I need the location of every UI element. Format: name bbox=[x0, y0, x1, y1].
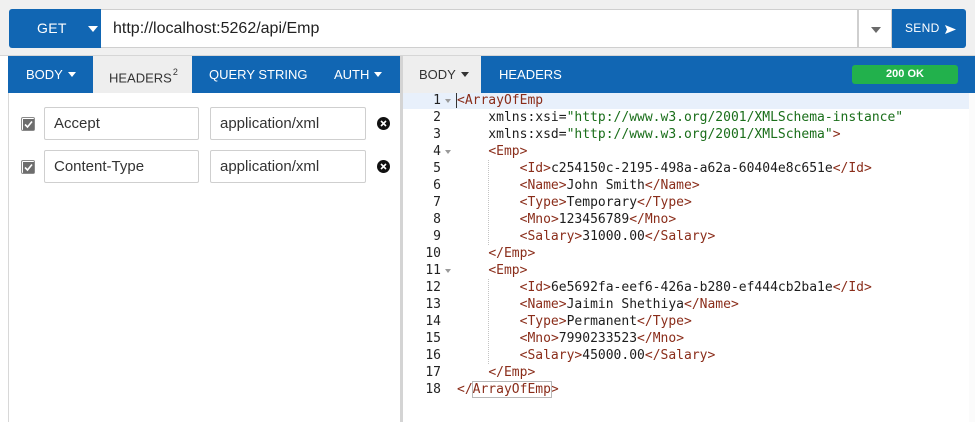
header-key-input[interactable] bbox=[44, 107, 199, 140]
code-line: <Type>Temporary</Type> bbox=[519, 195, 692, 210]
headers-count-badge: 2 bbox=[172, 67, 178, 77]
line-number: 18 bbox=[425, 382, 441, 397]
code-line: <Salary>31000.00</Salary> bbox=[519, 229, 716, 244]
scrollbar[interactable] bbox=[969, 93, 975, 422]
line-number: 7 bbox=[433, 195, 441, 210]
url-input[interactable] bbox=[101, 9, 858, 48]
request-panel: BODY HEADERS2 QUERY STRING AUTH bbox=[8, 56, 400, 422]
tab-query-label: QUERY STRING bbox=[209, 67, 308, 82]
request-bar: GET SEND bbox=[0, 0, 975, 56]
remove-circle-icon[interactable] bbox=[377, 117, 390, 130]
header-key-input[interactable] bbox=[44, 150, 199, 183]
code-line: <Name>John Smith</Name> bbox=[519, 178, 700, 193]
tab-response-headers-label: HEADERS bbox=[499, 67, 562, 82]
send-label: SEND bbox=[905, 21, 940, 35]
url-history-dropdown[interactable] bbox=[858, 9, 892, 48]
line-number: 17 bbox=[425, 365, 441, 380]
line-number: 1 bbox=[433, 93, 441, 108]
header-row bbox=[9, 150, 401, 184]
method-select[interactable]: GET bbox=[9, 9, 101, 48]
header-enabled-checkbox[interactable] bbox=[21, 160, 35, 174]
tab-response-body[interactable]: BODY bbox=[403, 56, 481, 93]
line-number: 14 bbox=[425, 314, 441, 329]
code-line: xmlns:xsi="http://www.w3.org/2001/XMLSch… bbox=[457, 110, 904, 125]
code-line: <Type>Permanent</Type> bbox=[519, 314, 692, 329]
indent-guide bbox=[488, 160, 490, 245]
response-tabs: BODY HEADERS 200 OK bbox=[403, 56, 975, 93]
chevron-down-icon bbox=[88, 26, 98, 32]
send-arrow-icon bbox=[945, 22, 956, 40]
chevron-down-icon bbox=[460, 72, 469, 78]
header-value-input[interactable] bbox=[210, 107, 366, 140]
text-cursor bbox=[456, 93, 457, 108]
line-number: 4 bbox=[433, 144, 441, 159]
tab-headers-label: HEADERS bbox=[109, 70, 172, 86]
line-number: 10 bbox=[425, 246, 441, 261]
line-number: 8 bbox=[433, 212, 441, 227]
line-number: 11 bbox=[425, 263, 441, 278]
line-number: 2 bbox=[433, 110, 441, 125]
bracket-match-box bbox=[471, 381, 552, 398]
tab-body-label: BODY bbox=[26, 67, 63, 82]
code-line: </Emp> bbox=[488, 246, 536, 261]
send-button[interactable]: SEND bbox=[892, 9, 966, 48]
chevron-down-icon bbox=[374, 72, 383, 78]
response-code-view[interactable]: 1 <ArrayOfEmp 2 xmlns:xsi="http://www.w3.o… bbox=[403, 93, 975, 422]
line-number: 15 bbox=[425, 331, 441, 346]
fold-caret-icon[interactable] bbox=[445, 269, 451, 273]
tab-auth-label: AUTH bbox=[334, 67, 370, 82]
line-number: 12 bbox=[425, 280, 441, 295]
checkmark-icon bbox=[23, 162, 34, 173]
fold-caret-icon[interactable] bbox=[445, 150, 451, 154]
response-panel: BODY HEADERS 200 OK 1 <ArrayOfEmp 2 xmlns:… bbox=[403, 56, 975, 422]
code-line: <Id>6e5692fa-eef6-426a-b280-ef444cb2ba1e… bbox=[519, 280, 872, 295]
remove-circle-icon[interactable] bbox=[377, 160, 390, 173]
tab-response-body-label: BODY bbox=[419, 67, 456, 82]
code-line: <Emp> bbox=[488, 263, 528, 278]
chevron-down-icon bbox=[67, 72, 76, 78]
tab-query-string[interactable]: QUERY STRING bbox=[192, 56, 317, 93]
line-number: 5 bbox=[433, 161, 441, 176]
method-label: GET bbox=[37, 20, 67, 36]
line-number: 6 bbox=[433, 178, 441, 193]
code-line: xmlns:xsd="http://www.w3.org/2001/XMLSch… bbox=[457, 127, 841, 142]
tab-headers[interactable]: HEADERS2 bbox=[93, 56, 192, 93]
status-badge: 200 OK bbox=[852, 65, 958, 84]
line-number: 16 bbox=[425, 348, 441, 363]
fold-caret-icon[interactable] bbox=[445, 99, 451, 103]
code-line: </Emp> bbox=[488, 365, 536, 380]
line-number: 9 bbox=[433, 229, 441, 244]
line-number: 13 bbox=[425, 297, 441, 312]
header-row bbox=[9, 107, 401, 141]
checkmark-icon bbox=[23, 119, 34, 130]
header-value-input[interactable] bbox=[210, 150, 366, 183]
code-line: <ArrayOfEmp bbox=[457, 93, 544, 108]
code-line: <Mno>7990233523</Mno> bbox=[519, 331, 685, 346]
header-enabled-checkbox[interactable] bbox=[21, 117, 35, 131]
chevron-down-icon bbox=[871, 27, 881, 33]
code-line: <Name>Jaimin Shethiya</Name> bbox=[519, 297, 739, 312]
request-tabs: BODY HEADERS2 QUERY STRING AUTH bbox=[8, 56, 400, 93]
code-line: <Id>c254150c-2195-498a-a62a-60404e8c651e… bbox=[519, 161, 872, 176]
code-line: <Salary>45000.00</Salary> bbox=[519, 348, 716, 363]
tab-body[interactable]: BODY bbox=[8, 56, 93, 93]
tab-response-headers[interactable]: HEADERS bbox=[481, 56, 571, 93]
indent-guide bbox=[488, 279, 490, 364]
line-number: 3 bbox=[433, 127, 441, 142]
tab-auth[interactable]: AUTH bbox=[317, 56, 400, 93]
code-line: <Mno>123456789</Mno> bbox=[519, 212, 677, 227]
headers-editor bbox=[8, 93, 400, 422]
code-line: <Emp> bbox=[488, 144, 528, 159]
